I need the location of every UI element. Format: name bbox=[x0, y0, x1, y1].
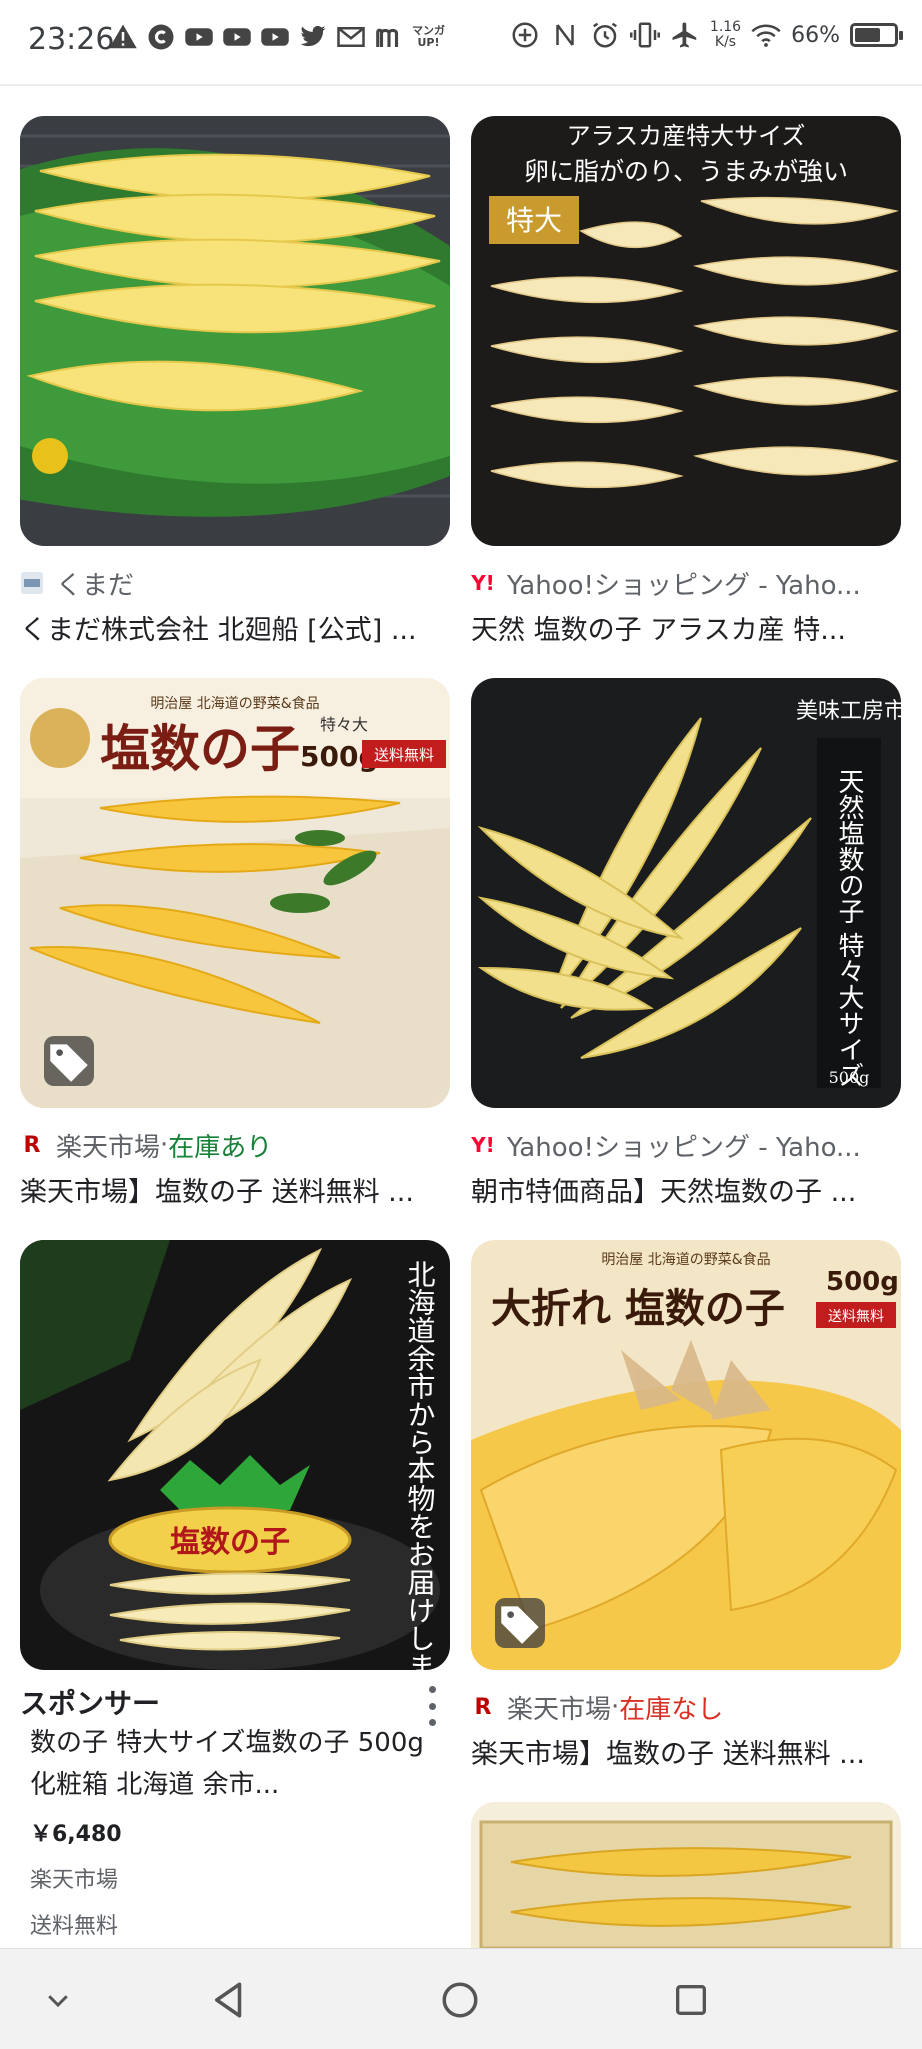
result-title[interactable]: 楽天市場】塩数の子 送料無料 ... bbox=[20, 1170, 450, 1209]
result-source[interactable]: Y! Yahoo!ショッピング - Yaho... bbox=[471, 566, 901, 601]
c-app-icon bbox=[146, 22, 176, 52]
image-text: アラスカ産特大サイズ bbox=[567, 122, 806, 150]
system-icons: 1.16 K/s 66% bbox=[510, 20, 903, 50]
result-card[interactable]: 明治屋 北海道の野菜&食品 塩数の子 特々大 500g 送料無料 R 楽天市場 … bbox=[20, 678, 450, 1209]
result-image[interactable]: 明治屋 北海道の野菜&食品 塩数の子 特々大 500g 送料無料 bbox=[20, 678, 450, 1108]
source-name: くまだ bbox=[56, 570, 135, 601]
result-card[interactable]: アラスカ産特大サイズ 卵に脂がのり、うまみが強い 特大 Y! Yahoo!ショッ… bbox=[471, 116, 901, 647]
sponsored-card[interactable]: 塩数の子 北海道余市から本物をお届けします。 スポンサー 数の子 特大サイズ塩数… bbox=[20, 1240, 450, 1940]
result-image[interactable]: 美味工房市 天然塩数の子 特々大サイズ 500g bbox=[471, 678, 901, 1108]
navigation-bar bbox=[0, 1948, 922, 2049]
image-text: 塩数の子 bbox=[170, 1525, 290, 1560]
sponsored-shipping: 送料無料 bbox=[30, 1914, 119, 1939]
recents-icon[interactable] bbox=[668, 1977, 714, 2023]
image-text: 明治屋 北海道の野菜&食品 bbox=[601, 1251, 770, 1268]
result-source[interactable]: くまだ bbox=[20, 566, 450, 601]
net-speed-value: 1.16 bbox=[709, 19, 742, 35]
sponsored-label: スポンサー bbox=[20, 1687, 161, 1720]
wifi-icon bbox=[751, 20, 781, 50]
twitter-icon bbox=[298, 22, 328, 52]
result-image[interactable]: 明治屋 北海道の野菜&食品 大折れ 塩数の子 500g 送料無料 bbox=[471, 1240, 901, 1670]
net-speed-unit: K/s bbox=[714, 34, 737, 50]
stock-status: 在庫なし bbox=[619, 1694, 724, 1725]
image-text: 塩数の子 bbox=[100, 719, 300, 778]
image-badge: 特大 bbox=[506, 204, 562, 237]
warning-icon bbox=[108, 22, 138, 52]
m-app-icon bbox=[374, 22, 404, 52]
stock-status: 在庫あり bbox=[168, 1132, 273, 1163]
result-title[interactable]: くまだ株式会社 北廻船 [公式] ... bbox=[20, 608, 450, 647]
more-vert-icon[interactable] bbox=[422, 1686, 442, 1726]
result-card[interactable] bbox=[471, 1802, 901, 1948]
status-bar: 23:26 マンガ UP! 1.16 K/s 66% bbox=[0, 0, 922, 84]
divider bbox=[0, 84, 922, 86]
stock-separator: · bbox=[611, 1692, 620, 1722]
result-title[interactable]: 朝市特価商品】天然塩数の子 ... bbox=[471, 1170, 901, 1209]
source-name: Yahoo!ショッピング - Yaho... bbox=[507, 570, 861, 601]
stock-separator: · bbox=[160, 1130, 169, 1160]
sponsored-description[interactable]: 数の子 特大サイズ塩数の子 500g 化粧箱 北海道 余市... bbox=[30, 1722, 430, 1806]
airplane-icon bbox=[670, 20, 700, 50]
sponsored-merchant: 楽天市場 bbox=[30, 1868, 119, 1893]
sponsored-price: ￥6,480 bbox=[30, 1822, 122, 1847]
youtube-icon bbox=[184, 22, 214, 52]
manga-up-icon: マンガ UP! bbox=[412, 25, 445, 49]
net-speed: 1.16 K/s bbox=[710, 20, 741, 50]
image-text: 天然塩数の子 特々大サイズ bbox=[834, 768, 864, 1088]
image-text: 北海道余市から本物をお届けします。 bbox=[404, 1260, 437, 1670]
battery-icon bbox=[850, 23, 903, 47]
battery-fill bbox=[855, 28, 881, 42]
result-source[interactable]: R 楽天市場 · 在庫あり bbox=[20, 1128, 450, 1163]
image-text: 明治屋 北海道の野菜&食品 bbox=[150, 695, 319, 712]
image-text: 卵に脂がのり、うまみが強い bbox=[524, 157, 848, 186]
result-source[interactable]: Y! Yahoo!ショッピング - Yaho... bbox=[471, 1128, 901, 1163]
up-label: UP! bbox=[417, 36, 440, 49]
chevron-down-icon[interactable] bbox=[35, 1977, 81, 2023]
rakuten-icon: R bbox=[23, 1132, 41, 1158]
image-text: 大折れ 塩数の子 bbox=[491, 1285, 785, 1332]
source-name: 楽天市場 bbox=[56, 1132, 161, 1163]
alarm-icon bbox=[590, 20, 620, 50]
yahoo-icon: Y! bbox=[471, 1133, 495, 1157]
result-image[interactable]: 塩数の子 北海道余市から本物をお届けします。 bbox=[20, 1240, 450, 1670]
tag-icon bbox=[495, 1598, 545, 1648]
home-icon[interactable] bbox=[437, 1977, 483, 2023]
vibrate-icon bbox=[629, 20, 660, 50]
result-source[interactable]: R 楽天市場 · 在庫なし bbox=[471, 1690, 901, 1725]
result-card[interactable]: 美味工房市 天然塩数の子 特々大サイズ 500g Y! Yahoo!ショッピング… bbox=[471, 678, 901, 1209]
battery-percent: 66% bbox=[791, 22, 840, 48]
image-text: 500g bbox=[829, 1068, 870, 1087]
source-name: 楽天市場 bbox=[507, 1694, 612, 1725]
image-text: 美味工房市 bbox=[796, 699, 901, 724]
image-text: 500g bbox=[826, 1267, 899, 1297]
back-icon[interactable] bbox=[206, 1977, 252, 2023]
result-image[interactable] bbox=[20, 116, 450, 546]
kumada-site-icon bbox=[20, 571, 44, 595]
source-name: Yahoo!ショッピング - Yaho... bbox=[507, 1132, 861, 1163]
result-title[interactable]: 天然 塩数の子 アラスカ産 特... bbox=[471, 608, 901, 647]
result-image[interactable]: アラスカ産特大サイズ 卵に脂がのり、うまみが強い 特大 bbox=[471, 116, 901, 546]
result-image[interactable] bbox=[471, 1802, 901, 1948]
image-text: 特々大 bbox=[320, 715, 368, 734]
nfc-icon bbox=[550, 20, 580, 50]
result-title[interactable]: 楽天市場】塩数の子 送料無料 ... bbox=[471, 1732, 901, 1771]
notification-icons: マンガ UP! bbox=[108, 22, 445, 52]
tag-icon bbox=[44, 1036, 94, 1086]
status-time: 23:26 bbox=[28, 22, 115, 57]
youtube-icon bbox=[260, 22, 290, 52]
result-card[interactable]: くまだ くまだ株式会社 北廻船 [公式] ... bbox=[20, 116, 450, 647]
result-card[interactable]: 明治屋 北海道の野菜&食品 大折れ 塩数の子 500g 送料無料 R 楽天市場 … bbox=[471, 1240, 901, 1771]
youtube-icon bbox=[222, 22, 252, 52]
add-circle-icon bbox=[510, 20, 540, 50]
rakuten-icon: R bbox=[474, 1694, 492, 1720]
gmail-icon bbox=[336, 22, 366, 52]
image-text: 送料無料 bbox=[828, 1309, 884, 1325]
image-text: 送料無料 bbox=[374, 746, 434, 764]
yahoo-icon: Y! bbox=[471, 571, 495, 595]
